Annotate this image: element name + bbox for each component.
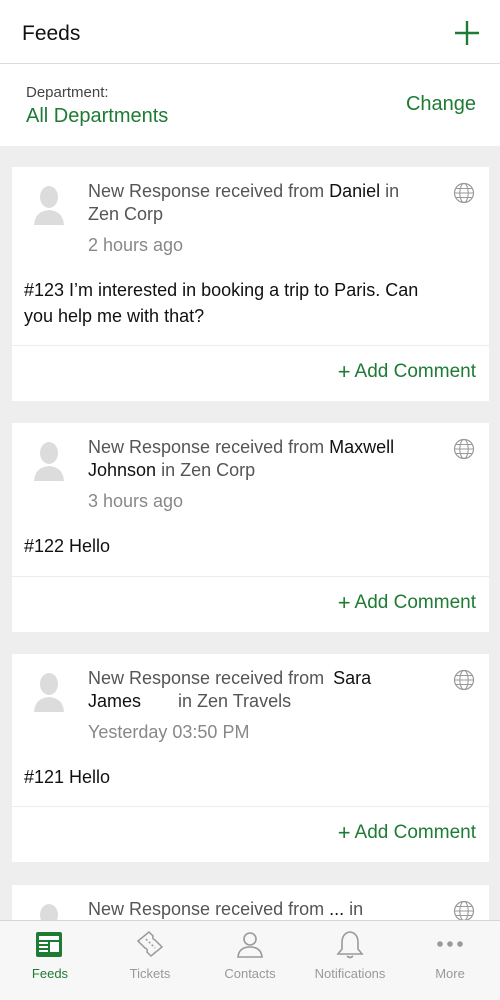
globe-icon [453, 438, 475, 460]
globe-icon [453, 669, 475, 691]
plus-icon: + [337, 359, 351, 384]
tab-bar: Feeds Tickets Contacts Notifications Mor… [0, 920, 500, 1000]
tab-label: Notifications [314, 966, 386, 981]
feed-title-line: New Response received from ... in [88, 899, 363, 920]
plus-icon: + [337, 820, 351, 845]
feed-author: Maxwell [329, 437, 395, 457]
feed-card[interactable]: New Response received from Maxwell Johns… [12, 423, 489, 632]
avatar-icon [34, 442, 64, 481]
add-comment-label: Add Comment [354, 592, 476, 613]
feed-suffix: in [349, 899, 364, 919]
tab-notifications[interactable]: Notifications [300, 921, 400, 1000]
feed-card[interactable]: New Response received from Daniel in Zen… [12, 167, 489, 401]
add-comment-label: Add Comment [354, 361, 476, 382]
globe-icon [453, 182, 475, 204]
feed-author: James [88, 691, 142, 711]
department-label: Department: [26, 84, 109, 101]
page-title: Feeds [22, 22, 81, 45]
add-comment-button[interactable]: + Add Comment [338, 822, 476, 844]
tab-label: Contacts [224, 966, 276, 981]
tab-label: More [435, 966, 465, 981]
feed-prefix: New Response received from [88, 899, 325, 919]
feed-card[interactable]: New Response received from ... in [12, 885, 489, 920]
feed-prefix: New Response received from [88, 181, 325, 201]
plus-icon: + [337, 590, 351, 615]
app-header: Feeds [0, 0, 500, 64]
add-comment-button[interactable]: + Add Comment [338, 592, 476, 614]
tickets-icon [136, 930, 164, 958]
feed-suffix: in Zen Travels [178, 691, 292, 711]
feed-message-line: you help me with that? [24, 306, 205, 326]
feed-message: #123 I’m interested in booking a trip to… [24, 277, 465, 329]
feed-title-line: Johnson in Zen Corp [88, 460, 255, 481]
feed-card[interactable]: New Response received from Sara James in… [12, 654, 489, 862]
feed-message: #121 Hello [24, 767, 111, 787]
feed-author: Daniel [329, 181, 381, 201]
feed-author: Johnson [88, 460, 157, 480]
feed-prefix: New Response received from [88, 437, 325, 457]
feed-time: Yesterday 03:50 PM [88, 722, 250, 742]
feed-title-line: New Response received from Sara [88, 668, 371, 689]
feed-suffix: in [385, 181, 400, 201]
avatar-icon [40, 904, 58, 920]
feed-suffix: in Zen Corp [161, 460, 256, 480]
more-icon [437, 941, 463, 947]
tab-label: Feeds [31, 966, 69, 981]
divider [12, 576, 489, 577]
feed-title-line: James in Zen Travels [88, 691, 291, 712]
feed-time: 2 hours ago [88, 235, 184, 255]
tab-tickets[interactable]: Tickets [100, 921, 200, 1000]
divider [12, 806, 489, 807]
avatar-icon [34, 186, 64, 225]
feed-message-line: #123 I’m interested in booking a trip to… [24, 280, 419, 300]
contacts-icon [237, 932, 263, 958]
tab-label: Tickets [129, 966, 171, 981]
feed-title-line: New Response received from Maxwell [88, 437, 394, 458]
change-department-button[interactable]: Change [406, 93, 476, 116]
department-selector: Department: All Departments Change [0, 64, 500, 146]
globe-icon [453, 900, 475, 920]
feed-author: Sara [333, 668, 372, 688]
feed-prefix: New Response received from [88, 668, 325, 688]
feed-list[interactable]: New Response received from Daniel in Zen… [0, 146, 500, 920]
tab-feeds[interactable]: Feeds [0, 921, 100, 1000]
add-comment-label: Add Comment [354, 822, 476, 843]
feed-title-line: New Response received from Daniel in [88, 181, 399, 202]
feed-author: ... [329, 899, 345, 919]
divider [12, 345, 489, 346]
bell-icon [336, 931, 364, 959]
feed-org: Zen Corp [88, 204, 164, 224]
add-comment-button[interactable]: + Add Comment [338, 361, 476, 383]
feed-message: #122 Hello [24, 536, 111, 556]
tab-more[interactable]: More [400, 921, 500, 1000]
avatar-icon [34, 673, 64, 712]
plus-icon[interactable] [454, 20, 480, 46]
department-value[interactable]: All Departments [26, 105, 168, 128]
tab-contacts[interactable]: Contacts [200, 921, 300, 1000]
feeds-icon [36, 932, 62, 957]
feed-time: 3 hours ago [88, 491, 184, 511]
